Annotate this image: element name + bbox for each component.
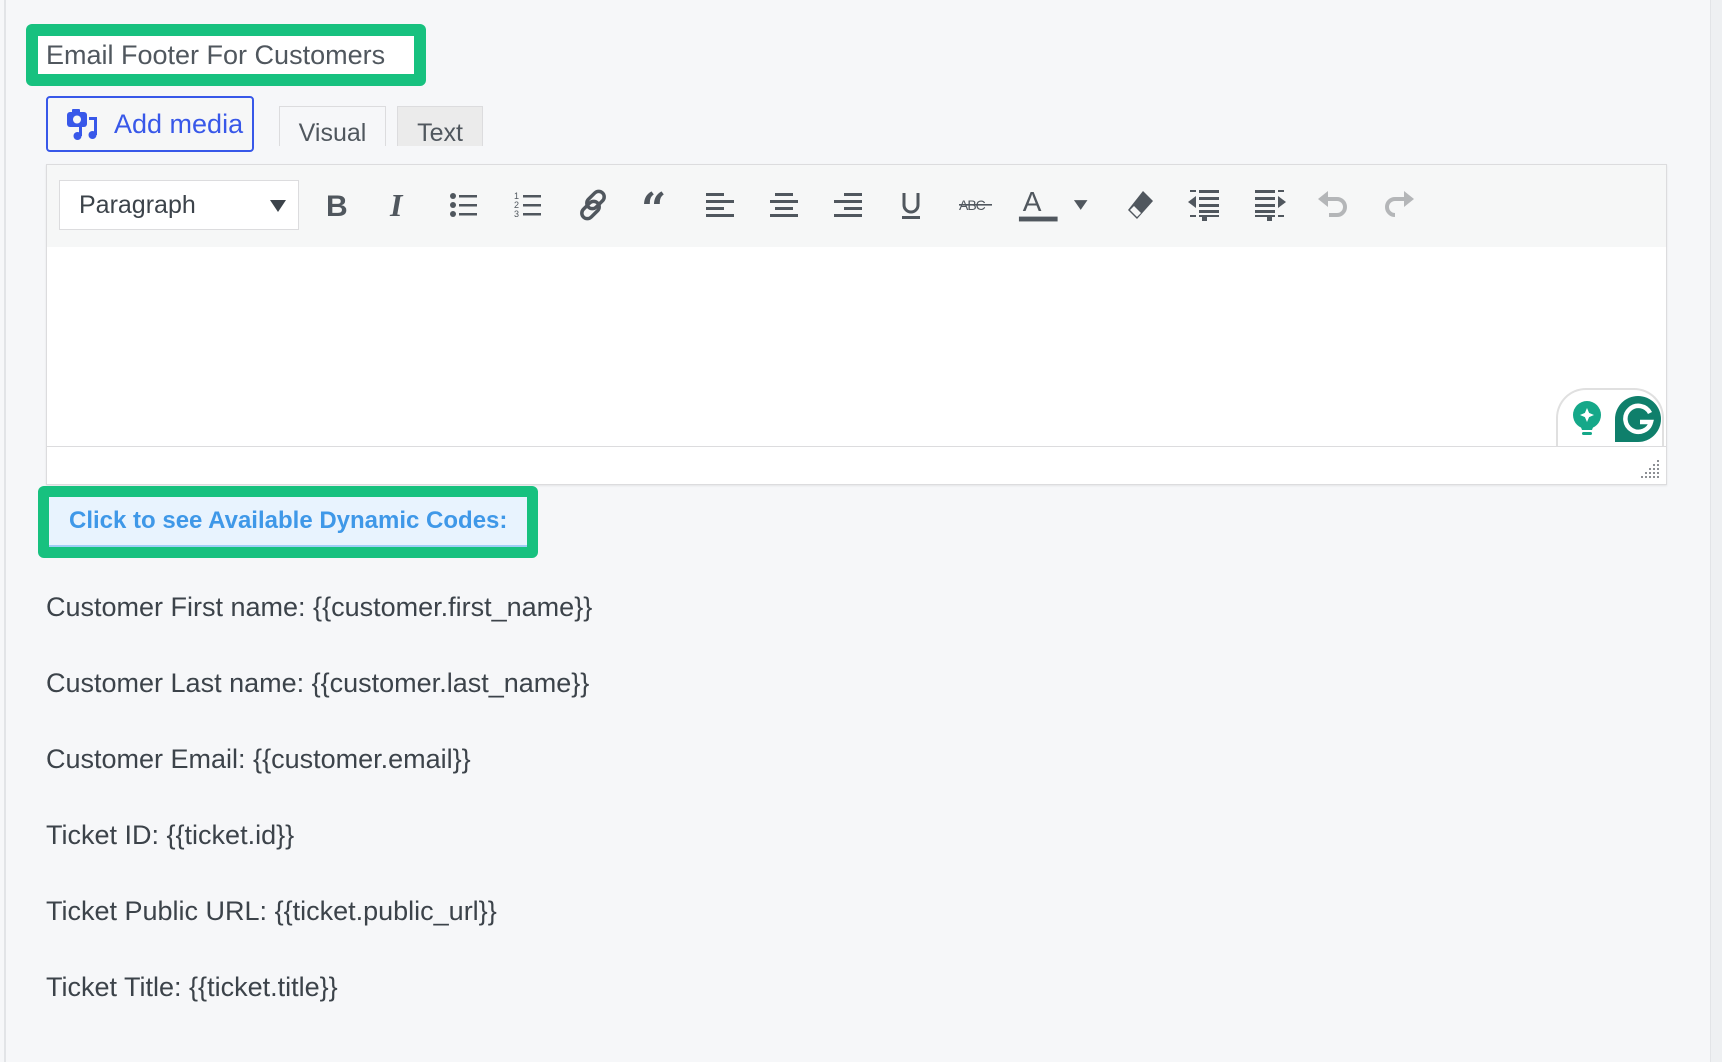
label-highlight: Email Footer For Customers bbox=[26, 24, 426, 86]
editor-toolbar: Paragraph B I 1 2 3 “ ABC A bbox=[47, 165, 1666, 249]
align-center-icon bbox=[770, 193, 798, 217]
grammarly-icon[interactable] bbox=[1614, 395, 1662, 443]
chevron-down-icon bbox=[270, 200, 286, 212]
underline-icon bbox=[902, 193, 920, 219]
italic-button[interactable]: I bbox=[378, 183, 422, 227]
chevron-down-icon bbox=[1073, 200, 1088, 210]
underline-button[interactable] bbox=[889, 183, 933, 227]
scrollbar-track[interactable] bbox=[1710, 0, 1722, 1062]
editor-statusbar bbox=[47, 446, 1666, 484]
italic-icon: I bbox=[389, 190, 404, 220]
eraser-icon bbox=[1128, 191, 1153, 219]
clear-formatting-button[interactable] bbox=[1118, 183, 1162, 227]
undo-button[interactable] bbox=[1312, 183, 1356, 227]
numbered-list-button[interactable]: 1 2 3 bbox=[506, 183, 550, 227]
dynamic-codes-highlight: Click to see Available Dynamic Codes: bbox=[38, 486, 538, 558]
link-icon bbox=[580, 189, 606, 221]
page-left-border bbox=[4, 0, 6, 1062]
bulleted-list-icon bbox=[450, 193, 477, 217]
dynamic-codes-toggle[interactable]: Click to see Available Dynamic Codes: bbox=[49, 497, 527, 547]
strikethrough-icon: ABC bbox=[959, 197, 992, 213]
align-left-button[interactable] bbox=[698, 183, 742, 227]
redo-button[interactable] bbox=[1376, 183, 1420, 227]
dynamic-code-item: Customer Email: {{customer.email}} bbox=[46, 744, 471, 774]
outdent-button[interactable] bbox=[1182, 183, 1226, 227]
add-media-button[interactable]: Add media bbox=[46, 96, 254, 152]
align-right-icon bbox=[834, 193, 862, 217]
svg-text:“: “ bbox=[641, 190, 666, 220]
bold-button[interactable]: B bbox=[315, 183, 359, 227]
svg-text:A: A bbox=[1023, 187, 1042, 217]
strikethrough-button[interactable]: ABC bbox=[954, 183, 998, 227]
svg-text:3: 3 bbox=[514, 209, 519, 219]
resize-handle-icon[interactable] bbox=[1640, 458, 1660, 478]
rich-text-editor: Paragraph B I 1 2 3 “ ABC A bbox=[46, 164, 1667, 485]
dynamic-code-item: Ticket Title: {{ticket.title}} bbox=[46, 972, 338, 1002]
lightbulb-icon[interactable] bbox=[1570, 400, 1604, 440]
align-left-icon bbox=[706, 193, 734, 217]
format-select-value: Paragraph bbox=[79, 190, 196, 219]
dynamic-code-item: Ticket Public URL: {{ticket.public_url}} bbox=[46, 896, 497, 926]
dynamic-code-item: Ticket ID: {{ticket.id}} bbox=[46, 820, 295, 850]
add-media-label: Add media bbox=[114, 108, 244, 139]
tab-text-label: Text bbox=[417, 119, 463, 147]
svg-text:B: B bbox=[326, 190, 348, 220]
add-media-icon bbox=[67, 109, 97, 140]
redo-icon bbox=[1385, 191, 1414, 217]
format-select[interactable]: Paragraph bbox=[59, 180, 299, 230]
field-label: Email Footer For Customers bbox=[38, 36, 414, 74]
outdent-icon bbox=[1188, 190, 1219, 221]
align-right-button[interactable] bbox=[826, 183, 870, 227]
tab-visual[interactable]: Visual bbox=[279, 106, 386, 147]
align-center-button[interactable] bbox=[762, 183, 806, 227]
svg-text:I: I bbox=[389, 190, 404, 220]
blockquote-icon: “ bbox=[641, 190, 666, 220]
bold-icon: B bbox=[326, 190, 348, 220]
editor-content-area[interactable] bbox=[47, 247, 1666, 447]
tab-text[interactable]: Text bbox=[397, 106, 483, 147]
indent-button[interactable] bbox=[1248, 183, 1292, 227]
insert-link-button[interactable] bbox=[571, 183, 615, 227]
text-color-button[interactable]: A bbox=[1017, 183, 1089, 227]
indent-icon bbox=[1255, 190, 1286, 221]
tab-visual-label: Visual bbox=[298, 119, 367, 147]
grammarly-widget[interactable] bbox=[1556, 388, 1664, 448]
text-color-icon: A bbox=[1018, 187, 1058, 222]
blockquote-button[interactable]: “ bbox=[635, 183, 679, 227]
numbered-list-icon: 1 2 3 bbox=[514, 191, 541, 219]
dynamic-code-item: Customer First name: {{customer.first_na… bbox=[46, 592, 593, 622]
bulleted-list-button[interactable] bbox=[442, 183, 486, 227]
undo-icon bbox=[1318, 191, 1347, 217]
dynamic-code-item: Customer Last name: {{customer.last_name… bbox=[46, 668, 590, 698]
